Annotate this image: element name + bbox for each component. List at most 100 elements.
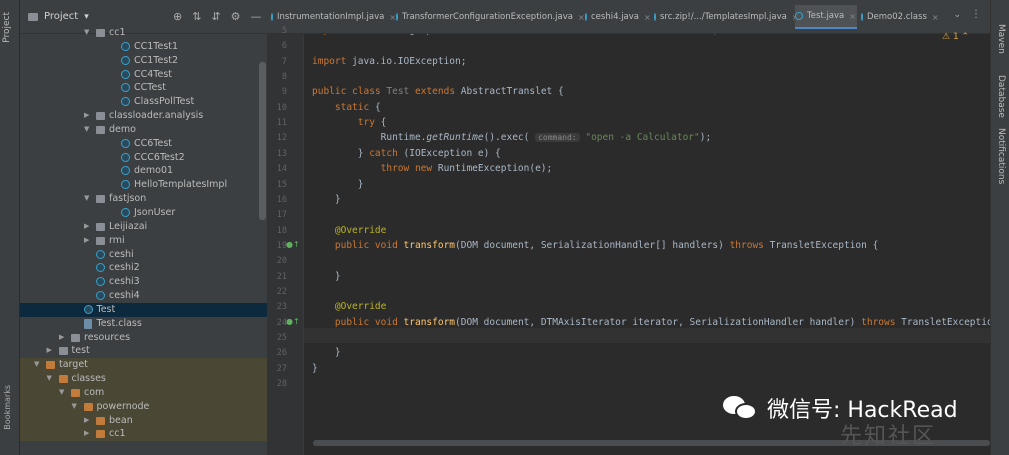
code-line: } xyxy=(312,347,341,359)
tree-item-label: target xyxy=(59,359,88,371)
tree-item[interactable]: JsonUser xyxy=(20,206,267,220)
tab-label: TransformerConfigurationException.java xyxy=(402,12,573,22)
minimize-icon[interactable]: — xyxy=(251,10,262,23)
chevron-down-icon[interactable]: ▼ xyxy=(84,192,89,206)
close-icon[interactable]: × xyxy=(644,13,651,22)
chevron-down-icon[interactable]: ⌄ xyxy=(953,10,961,20)
warning-indicator[interactable]: ⚠ 1 ⌃ xyxy=(942,32,969,42)
chevron-right-icon[interactable]: ▶ xyxy=(84,109,89,123)
tree-item-label: powernode xyxy=(96,400,150,412)
close-icon[interactable]: × xyxy=(932,13,939,22)
editor-tab[interactable]: InstrumentationImpl.java × xyxy=(271,5,396,29)
line-number: 16 xyxy=(276,194,287,205)
line-number: 21 xyxy=(276,271,287,282)
tree-item[interactable]: ▼ classes xyxy=(20,372,267,386)
tree-item[interactable]: ceshi4 xyxy=(20,289,267,303)
editor-tab[interactable]: ceshi4.java × xyxy=(585,5,651,29)
chevron-right-icon[interactable]: ▶ xyxy=(84,220,89,234)
chevron-down-icon[interactable]: ▼ xyxy=(47,372,52,386)
editor-tab[interactable]: Test.java × xyxy=(795,5,857,29)
editor-tab[interactable]: src.zip!/.../TemplatesImpl.java× xyxy=(654,5,799,29)
project-panel-title[interactable]: Project xyxy=(44,11,78,22)
gear-icon[interactable]: ⚙ xyxy=(231,10,241,23)
chevron-right-icon[interactable]: ▶ xyxy=(84,234,89,248)
line-number: 20 xyxy=(276,256,287,267)
tree-item[interactable]: HelloTemplatesImpl xyxy=(20,178,267,192)
tree-item-label: CCC6Test2 xyxy=(134,151,185,163)
tree-item[interactable]: ▶ resources xyxy=(20,331,267,345)
tree-item[interactable]: ▼ powernode xyxy=(20,399,267,414)
chevron-down-icon[interactable]: ▾ xyxy=(84,12,89,22)
tree-scrollbar[interactable] xyxy=(259,62,266,220)
database-tool-tab[interactable]: Database xyxy=(996,75,1006,118)
close-icon[interactable]: × xyxy=(578,13,585,22)
folder-icon xyxy=(83,402,93,411)
code-line: @Override xyxy=(334,301,387,313)
folder-icon xyxy=(96,112,105,121)
tree-item[interactable]: ceshi2 xyxy=(20,261,267,275)
chevron-down-icon[interactable]: ▼ xyxy=(59,386,64,400)
chevron-down-icon[interactable]: ▼ xyxy=(34,358,39,372)
chevron-down-icon[interactable]: ▼ xyxy=(72,400,77,414)
tree-item[interactable]: ▼ com xyxy=(20,385,267,400)
chevron-right-icon[interactable]: ▶ xyxy=(84,427,89,441)
implement-method-icon[interactable]: ●↑ xyxy=(286,240,300,249)
close-icon[interactable]: × xyxy=(389,13,396,22)
chevron-down-icon[interactable]: ▼ xyxy=(84,26,89,40)
editor-tab-bar: ⌄ ⋮ InstrumentationImpl.java × Transformer… xyxy=(267,0,991,34)
tab-label: Demo02.class xyxy=(867,12,927,22)
editor-tab[interactable]: TransformerConfigurationException.java × xyxy=(396,5,585,29)
tree-item[interactable]: ▶ bean xyxy=(20,413,267,428)
tree-item-label: classloader.analysis xyxy=(109,110,204,122)
line-number: 5 xyxy=(281,26,287,36)
chevron-right-icon[interactable]: ▶ xyxy=(84,414,89,428)
implement-method-icon[interactable]: ●↑ xyxy=(286,317,300,326)
tree-item[interactable]: ceshi xyxy=(20,248,267,262)
tree-item[interactable]: CC1Test1 xyxy=(20,40,267,54)
tree-item[interactable]: ▶ Leijiazai xyxy=(20,220,267,234)
chevron-right-icon[interactable]: ▶ xyxy=(47,344,52,358)
tree-item[interactable]: ▶ cc1 xyxy=(20,427,267,442)
tree-item[interactable]: ▼ demo xyxy=(20,123,267,137)
java-class-icon xyxy=(861,13,863,21)
project-tool-tab[interactable]: Project xyxy=(2,12,12,43)
tree-item[interactable]: ▼ cc1 xyxy=(20,26,267,40)
collapse-all-icon[interactable]: ⇵ xyxy=(211,10,220,23)
notifications-tool-tab[interactable]: Notifications xyxy=(996,128,1006,184)
expand-all-icon[interactable]: ⇅ xyxy=(192,10,201,23)
tree-item[interactable]: ▶ test xyxy=(20,344,267,358)
tree-item-label: ceshi2 xyxy=(109,262,140,274)
code-line: } xyxy=(312,178,364,190)
chevron-right-icon[interactable]: ▶ xyxy=(59,331,64,345)
tree-item[interactable]: ▼ fastjson xyxy=(20,192,267,206)
line-number: 11 xyxy=(276,118,287,129)
tree-item[interactable]: ClassPollTest xyxy=(20,95,267,109)
tree-item[interactable]: ceshi3 xyxy=(20,275,267,289)
tree-item[interactable]: demo01 xyxy=(20,164,267,178)
tree-item[interactable]: CC6Test xyxy=(20,137,267,151)
editor-tab[interactable]: Demo02.class × xyxy=(861,5,939,29)
tree-item-label: com xyxy=(84,386,105,398)
tree-item[interactable]: Test.class xyxy=(20,317,267,331)
code-line: public void transform(DOM document, Seri… xyxy=(334,239,879,251)
bookmarks-tool-tab[interactable]: Bookmarks xyxy=(3,385,12,430)
tree-item[interactable]: CCC6Test2 xyxy=(20,151,267,165)
code-line: } xyxy=(312,362,318,374)
tree-item[interactable]: CC1Test2 xyxy=(20,54,267,68)
tree-item[interactable]: CC4Test xyxy=(20,68,267,82)
more-icon[interactable]: ⋮ xyxy=(971,9,981,20)
chevron-down-icon[interactable]: ▼ xyxy=(84,123,89,137)
tree-item[interactable]: Test xyxy=(20,302,267,317)
java-class-icon xyxy=(96,277,105,287)
close-icon[interactable]: × xyxy=(849,12,856,21)
maven-tool-tab[interactable]: Maven xyxy=(996,24,1006,54)
tree-item[interactable]: ▶ classloader.analysis xyxy=(20,109,267,123)
tree-item[interactable]: CCTest xyxy=(20,81,267,95)
locate-icon[interactable]: ⊕ xyxy=(173,10,182,23)
tree-item[interactable]: ▼ target xyxy=(20,358,267,373)
tree-item[interactable]: ▶ rmi xyxy=(20,234,267,248)
tree-item-label: rmi xyxy=(109,234,125,246)
line-number: 18 xyxy=(276,225,287,236)
code-line: } xyxy=(312,270,341,282)
line-number: 26 xyxy=(276,348,287,359)
